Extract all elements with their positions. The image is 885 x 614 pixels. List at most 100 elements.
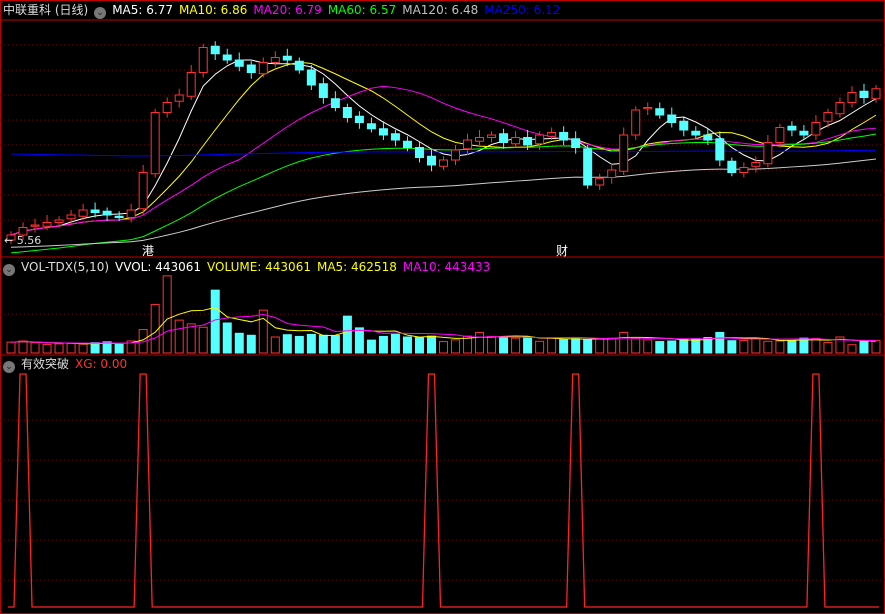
xg-signal-line (8, 373, 879, 608)
candle-down (523, 137, 533, 146)
candle-up (823, 112, 833, 122)
stock-title: 中联重科 (日线) (3, 3, 89, 17)
candle-down (354, 115, 364, 123)
candle-down (114, 215, 124, 218)
candle-down (655, 108, 665, 116)
volume-bar (475, 331, 485, 354)
volume-bar (342, 315, 352, 354)
chevron-down-icon[interactable]: ⌄ (94, 7, 107, 19)
ma-value-4: MA120: 6.48 (402, 3, 479, 17)
volume-bar (655, 341, 665, 354)
volume-bar (535, 340, 545, 354)
candle-down (859, 90, 869, 98)
candle-down (90, 209, 100, 213)
volume-bar (679, 338, 689, 354)
candle-down (679, 120, 689, 131)
candle-up (847, 92, 857, 103)
candle-up (439, 159, 448, 167)
vvol-value: VVOL: 443061 (115, 260, 202, 274)
volume-bar (54, 343, 64, 354)
volume-bar (318, 334, 328, 354)
vol-indicator-name: VOL-TDX(5,10) (21, 260, 110, 274)
candle-up (547, 132, 557, 137)
volume-bar (294, 335, 304, 354)
volume-bar (775, 340, 785, 354)
candle-up (811, 122, 821, 136)
volume-bar (583, 338, 593, 354)
volume-bar (402, 336, 412, 354)
candle-down (703, 134, 713, 141)
volume-bar (439, 341, 448, 354)
volume-bar (378, 335, 388, 354)
candle-up (487, 134, 497, 138)
candle-up (463, 139, 473, 150)
volume-bar (114, 343, 124, 354)
candle-down (282, 55, 292, 61)
candle-up (763, 142, 773, 165)
volume-bar (643, 339, 653, 354)
candle-up (451, 149, 461, 161)
price-header: 中联重科 (日线) ⌄ MA5: 6.77 MA10: 6.86 MA20: 6.79 M… (3, 2, 572, 19)
candle-up (739, 167, 749, 173)
candle-up (775, 127, 785, 143)
volume-bar (631, 337, 641, 354)
candle-down (378, 128, 388, 136)
volume-bar (6, 341, 16, 354)
chevron-down-icon[interactable]: ⌄ (3, 264, 15, 276)
candle-down (234, 59, 244, 67)
chevron-down-icon[interactable]: ⌄ (3, 361, 15, 373)
ma250-line (10, 149, 877, 157)
volume-bar (270, 336, 280, 354)
candle-up (511, 137, 521, 145)
volume-bar (787, 339, 797, 354)
volume-bar (859, 340, 869, 354)
stock-chart: 中联重科 (日线) ⌄ MA5: 6.77 MA10: 6.86 MA20: 6.79 M… (0, 0, 885, 614)
volume-header: ⌄ VOL-TDX(5,10) VVOL: 443061 VOLUME: 443061… (3, 259, 496, 276)
volume-bar (30, 342, 40, 354)
volume-bar (78, 343, 88, 354)
volume-bar (739, 339, 749, 354)
candle-up (186, 72, 196, 97)
volume-bar (499, 336, 509, 354)
vol-ma10-value: MA10: 443433 (402, 260, 491, 274)
candle-down (414, 147, 424, 158)
candle-down (330, 98, 340, 108)
volume-bar (523, 336, 533, 354)
marker-gang[interactable]: 港 (142, 242, 154, 259)
candle-down (402, 140, 412, 148)
candle-down (727, 160, 737, 173)
chart-canvas (0, 0, 885, 614)
volume-bar (823, 341, 833, 354)
candle-up (475, 137, 485, 142)
candle-up (198, 47, 208, 73)
candle-up (535, 134, 545, 145)
volume-bar (186, 323, 196, 354)
volume-bar (222, 322, 232, 354)
volume-bar (487, 335, 497, 354)
candle-down (222, 54, 232, 61)
ma-value-5: MA250: 6.12 (484, 3, 561, 17)
volume-bar (66, 343, 76, 354)
volume-bar (330, 335, 340, 354)
candle-up (643, 107, 653, 110)
candle-up (174, 94, 184, 102)
candle-up (871, 88, 881, 100)
volume-bar (751, 337, 761, 354)
candle-up (835, 102, 845, 115)
volume-bar (174, 319, 184, 354)
candle-up (42, 222, 52, 227)
candle-up (607, 169, 617, 178)
candle-down (691, 130, 701, 136)
candle-up (751, 162, 761, 167)
volume-bar (234, 332, 244, 354)
marker-cai[interactable]: 财 (556, 242, 568, 259)
candle-down (366, 123, 376, 130)
candle-down (246, 64, 256, 73)
candle-up (150, 112, 160, 175)
volume-bar (90, 342, 100, 354)
volume-bar (547, 337, 557, 354)
candle-down (102, 210, 112, 216)
volume-bar (559, 339, 569, 354)
candle-up (162, 102, 172, 113)
candle-up (126, 209, 136, 218)
